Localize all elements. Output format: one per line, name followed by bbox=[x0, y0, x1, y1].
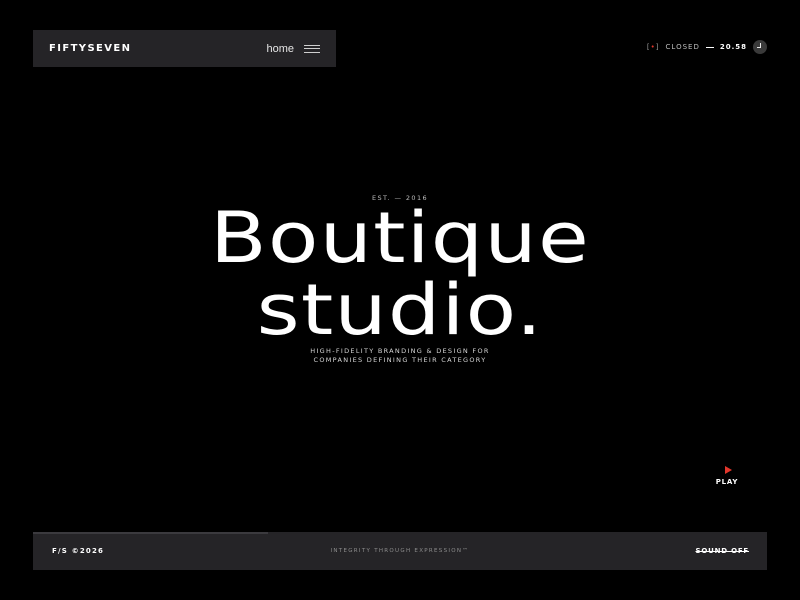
brand-logo[interactable]: FIFTYSEVEN bbox=[49, 43, 131, 54]
tagline-line-1: HIGH-FIDELITY BRANDING & DESIGN FOR bbox=[310, 347, 490, 355]
page: FIFTYSEVEN home [•] CLOSED 20.58 EST. — … bbox=[0, 0, 800, 600]
hamburger-line bbox=[304, 48, 320, 49]
play-label: PLAY bbox=[715, 478, 739, 486]
play-button[interactable]: PLAY bbox=[713, 466, 741, 486]
status-indicator: [•] bbox=[646, 43, 660, 51]
hamburger-line bbox=[304, 44, 320, 46]
headline-line-1: Boutique bbox=[210, 197, 590, 279]
headline-line-2: studio. bbox=[256, 269, 544, 351]
status-state: CLOSED bbox=[665, 43, 700, 51]
play-icon bbox=[724, 466, 732, 474]
clock-icon bbox=[753, 40, 767, 54]
footer-bar: F/S ©2026 INTEGRITY THROUGH EXPRESSION™ … bbox=[33, 532, 767, 570]
hero-headline: Boutique studio. bbox=[0, 202, 800, 346]
tagline-line-2: COMPANIES DEFINING THEIR CATEGORY bbox=[313, 356, 487, 364]
nav-right-group: home bbox=[266, 43, 320, 55]
hero-tagline: HIGH-FIDELITY BRANDING & DESIGN FOR COMP… bbox=[0, 347, 800, 365]
footer-slogan: INTEGRITY THROUGH EXPRESSION™ bbox=[330, 548, 470, 554]
sound-toggle-button[interactable]: SOUND OFF bbox=[696, 547, 750, 555]
footer-progress-accent bbox=[33, 532, 268, 534]
nav-link-home[interactable]: home bbox=[266, 43, 294, 55]
status-divider bbox=[705, 46, 714, 48]
studio-status: [•] CLOSED 20.58 bbox=[647, 40, 767, 54]
top-nav-bar: FIFTYSEVEN home bbox=[33, 30, 336, 67]
status-time: 20.58 bbox=[719, 43, 747, 51]
hamburger-line bbox=[304, 51, 320, 53]
hamburger-menu-icon[interactable] bbox=[304, 44, 320, 53]
footer-copyright: F/S ©2026 bbox=[52, 547, 105, 555]
